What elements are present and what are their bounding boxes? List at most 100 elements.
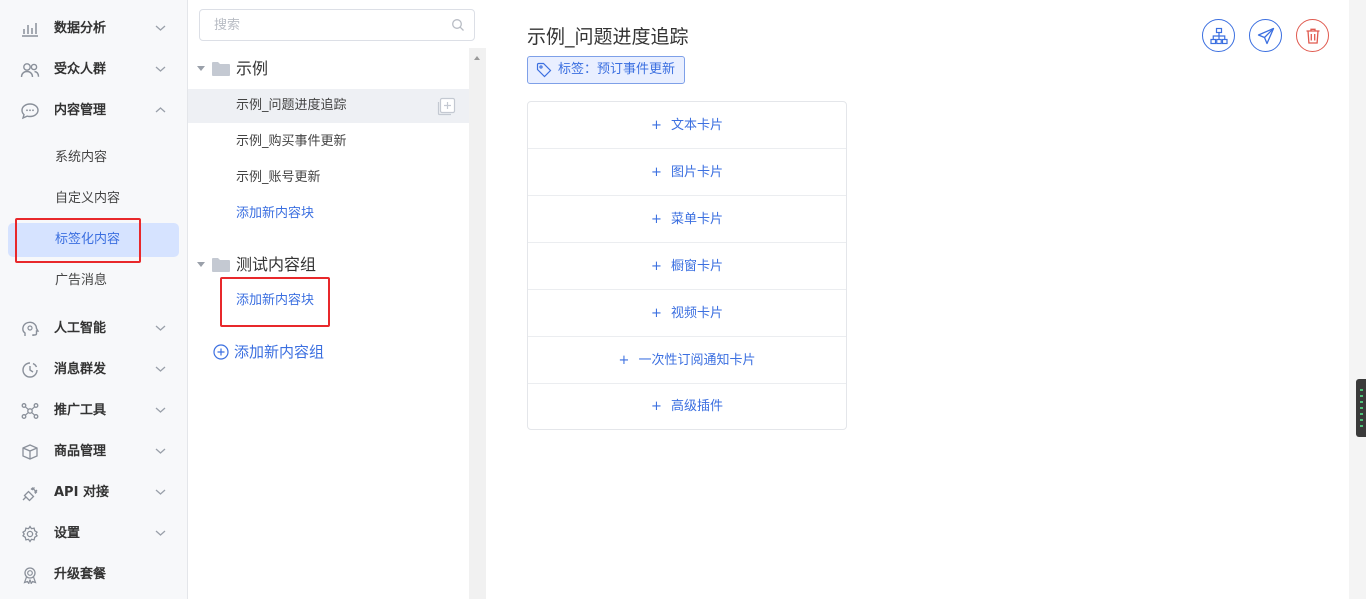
folder-icon <box>212 62 230 76</box>
structure-button[interactable] <box>1202 19 1235 52</box>
add-circle-icon <box>213 344 229 360</box>
panel-scrollbar[interactable] <box>469 48 486 599</box>
ai-head-icon <box>22 321 40 336</box>
content-block-item[interactable]: 示例_账号更新 <box>188 161 469 195</box>
add-one-time-notification-card-button[interactable]: + 一次性订阅通知卡片 <box>528 337 846 384</box>
sidebar-subitem-label: 系统内容 <box>55 150 108 165</box>
indicator-bar <box>1360 419 1363 421</box>
tag-label: 标签：预订事件更新 <box>558 62 676 77</box>
send-icon <box>1257 27 1275 45</box>
plus-icon: + <box>651 165 662 180</box>
sidebar-item-label: API 对接 <box>54 485 109 500</box>
gear-icon <box>22 525 38 543</box>
content-block-label: 示例_问题进度追踪 <box>236 98 347 113</box>
plus-icon: + <box>651 306 662 321</box>
side-widget-handle[interactable] <box>1356 379 1366 437</box>
folder-icon <box>212 258 230 272</box>
page-scrollbar[interactable] <box>1349 0 1366 599</box>
sidebar-subitem-label: 广告消息 <box>55 273 108 288</box>
add-image-card-button[interactable]: + 图片卡片 <box>528 149 846 196</box>
chevron-down-icon <box>155 489 166 495</box>
chevron-up-icon <box>155 107 166 113</box>
copy-icon[interactable] <box>436 96 457 117</box>
chevron-down-icon <box>155 366 166 372</box>
add-advanced-plugin-button[interactable]: + 高级插件 <box>528 384 846 429</box>
sidebar-item-label: 数据分析 <box>54 21 107 36</box>
sidebar-item-label: 人工智能 <box>54 321 107 336</box>
content-group-panel: 示例 示例_问题进度追踪 示例_购买事件更新 示例_账号更新 添加新内容块 测试… <box>188 0 475 599</box>
content-block-item[interactable]: 示例_购买事件更新 <box>188 125 469 159</box>
indicator-bar <box>1360 413 1363 415</box>
card-option-label: 一次性订阅通知卡片 <box>638 353 756 368</box>
tag-badge[interactable]: 标签：预订事件更新 <box>527 56 686 84</box>
send-button[interactable] <box>1249 19 1282 52</box>
sidebar-subitem-label: 标签化内容 <box>55 232 121 247</box>
content-group-header[interactable]: 示例 <box>188 52 469 86</box>
chevron-down-icon <box>155 530 166 536</box>
search-icon[interactable] <box>451 18 465 32</box>
sidebar-item-api[interactable]: API 对接 <box>0 475 187 511</box>
box-icon <box>22 444 38 460</box>
content-block-item[interactable]: 示例_问题进度追踪 <box>188 89 469 123</box>
sidebar-item-settings[interactable]: 设置 <box>0 516 187 552</box>
tag-icon <box>536 62 552 78</box>
sidebar-subitem-custom-content[interactable]: 自定义内容 <box>8 182 179 216</box>
sidebar-item-content-management[interactable]: 内容管理 <box>0 93 187 129</box>
add-menu-card-button[interactable]: + 菜单卡片 <box>528 196 846 243</box>
indicator-bar <box>1360 407 1363 409</box>
add-text-card-button[interactable]: + 文本卡片 <box>528 102 846 149</box>
plus-icon: + <box>651 399 662 414</box>
card-option-label: 文本卡片 <box>670 118 723 133</box>
users-icon <box>20 63 40 78</box>
card-option-label: 菜单卡片 <box>670 212 723 227</box>
content-group-name: 测试内容组 <box>236 255 317 274</box>
sidebar-item-label: 受众人群 <box>54 62 107 77</box>
delete-button[interactable] <box>1296 19 1329 52</box>
indicator-bar <box>1360 395 1363 397</box>
sidebar-item-label: 商品管理 <box>54 444 107 459</box>
content-group-name: 示例 <box>236 59 269 78</box>
search-box <box>199 9 475 41</box>
sidebar-item-promotion-tools[interactable]: 推广工具 <box>0 393 187 429</box>
chevron-down-icon <box>155 25 166 31</box>
sidebar-item-upgrade-plan[interactable]: 升级套餐 <box>0 557 187 593</box>
sidebar-subitem-ad-messages[interactable]: 广告消息 <box>8 264 179 298</box>
sidebar-item-label: 消息群发 <box>54 362 107 377</box>
add-showcase-card-button[interactable]: + 橱窗卡片 <box>528 243 846 290</box>
chevron-down-icon <box>155 448 166 454</box>
add-content-block-label: 添加新内容块 <box>236 293 315 308</box>
search-input[interactable] <box>200 10 440 40</box>
clock-icon <box>22 362 38 378</box>
scroll-up-arrow-icon[interactable] <box>474 56 480 60</box>
sidebar-item-label: 内容管理 <box>54 103 107 118</box>
add-card-list: + 文本卡片 + 图片卡片 + 菜单卡片 + 橱窗卡片 + 视频卡片 + 一次性订阅通知卡片… <box>527 101 847 430</box>
caret-down-icon[interactable] <box>197 66 205 71</box>
content-block-label: 示例_账号更新 <box>236 170 321 185</box>
add-video-card-button[interactable]: + 视频卡片 <box>528 290 846 337</box>
sidebar: 数据分析 受众人群 内容管理 系统内容 自定义内容 标签化内容 广告消息 人工智… <box>0 0 188 599</box>
sidebar-subitem-tagged-content[interactable]: 标签化内容 <box>8 223 179 257</box>
chat-bubble-icon <box>21 103 39 120</box>
sidebar-item-ai[interactable]: 人工智能 <box>0 311 187 347</box>
sidebar-item-audience[interactable]: 受众人群 <box>0 52 187 88</box>
chevron-down-icon <box>155 407 166 413</box>
indicator-bar <box>1360 401 1363 403</box>
sidebar-item-product-management[interactable]: 商品管理 <box>0 434 187 470</box>
sidebar-item-label: 设置 <box>54 526 81 541</box>
plus-icon: + <box>618 353 630 368</box>
content-editor: 示例_问题进度追踪 标签：预订事件更新 + 文本卡片 + 图片卡片 + 菜单卡片 + 橱… <box>487 0 1349 599</box>
network-icon <box>21 403 39 419</box>
sidebar-item-data-analysis[interactable]: 数据分析 <box>0 11 187 47</box>
add-content-group-label: 添加新内容组 <box>234 343 325 361</box>
add-content-block-link[interactable]: 添加新内容块 <box>188 197 469 231</box>
caret-down-icon[interactable] <box>197 262 205 267</box>
content-group-header[interactable]: 测试内容组 <box>188 248 469 282</box>
sidebar-subitem-system-content[interactable]: 系统内容 <box>8 141 179 175</box>
card-option-label: 图片卡片 <box>670 165 723 180</box>
content-block-label: 示例_购买事件更新 <box>236 134 347 149</box>
card-option-label: 橱窗卡片 <box>670 259 723 274</box>
app-window: 数据分析 受众人群 内容管理 系统内容 自定义内容 标签化内容 广告消息 人工智… <box>0 0 1366 599</box>
sidebar-item-broadcast[interactable]: 消息群发 <box>0 352 187 388</box>
add-content-block-link[interactable]: 添加新内容块 <box>188 284 469 318</box>
indicator-bar <box>1360 425 1363 427</box>
